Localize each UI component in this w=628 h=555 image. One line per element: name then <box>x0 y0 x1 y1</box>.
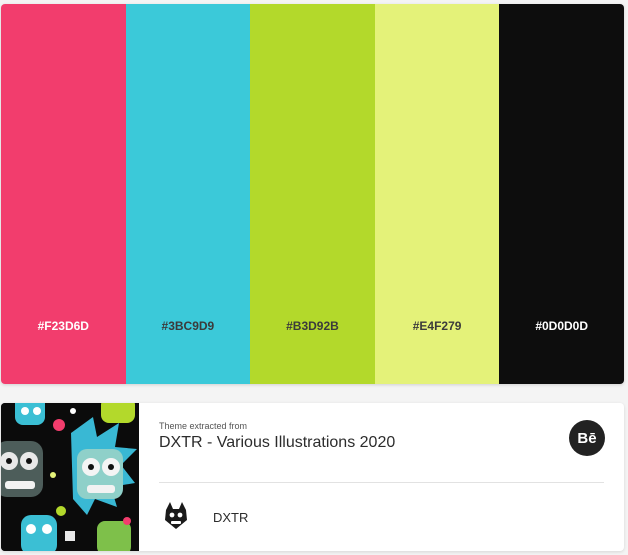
swatch-3[interactable]: #B3D92B <box>250 4 375 384</box>
swatch-hex-label: #B3D92B <box>286 319 339 333</box>
divider <box>159 482 604 483</box>
extracted-from-label: Theme extracted from <box>159 421 248 431</box>
source-card: Theme extracted from DXTR - Various Illu… <box>1 403 624 551</box>
color-palette: #F23D6D #3BC9D9 #B3D92B #E4F279 #0D0D0D <box>1 4 624 384</box>
source-meta: Theme extracted from DXTR - Various Illu… <box>159 421 604 452</box>
project-thumbnail[interactable] <box>1 403 139 551</box>
swatch-5[interactable]: #0D0D0D <box>499 4 624 384</box>
author-avatar[interactable] <box>159 498 193 532</box>
swatch-hex-label: #E4F279 <box>412 319 462 333</box>
author-name[interactable]: DXTR <box>213 510 248 525</box>
swatch-2[interactable]: #3BC9D9 <box>125 4 251 384</box>
behance-icon[interactable]: Bē <box>569 420 605 456</box>
swatch-hex-label: #F23D6D <box>37 319 89 333</box>
swatch-1[interactable]: #F23D6D <box>1 4 126 384</box>
illustration-thumbnail-icon <box>1 403 139 551</box>
behance-label: Bē <box>577 429 597 447</box>
swatch-4[interactable]: #E4F279 <box>374 4 500 384</box>
swatch-hex-label: #0D0D0D <box>535 319 589 333</box>
cat-avatar-icon <box>160 499 192 531</box>
swatch-hex-label: #3BC9D9 <box>161 319 215 333</box>
project-title-link[interactable]: DXTR - Various Illustrations 2020 <box>159 434 604 452</box>
